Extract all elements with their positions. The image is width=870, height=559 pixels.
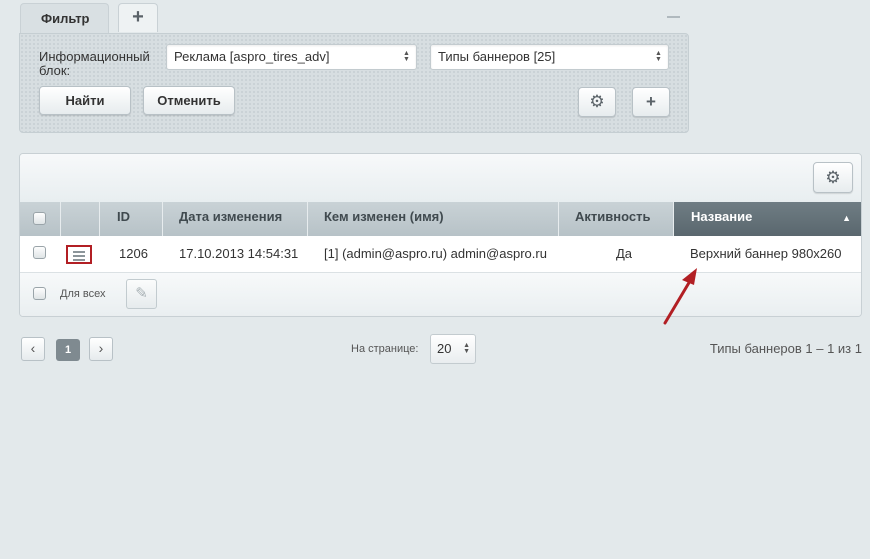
current-page-button[interactable]: 1 [56,339,80,361]
per-page-select[interactable]: 20 ▲ ▼ [430,334,476,364]
column-header-id[interactable]: ID [100,202,163,236]
header-checkbox-cell [20,202,61,236]
iblock-select[interactable]: Реклама [aspro_tires_adv] ▲ ▼ [166,44,417,70]
minimize-icon[interactable] [667,16,680,18]
filter-settings-button[interactable]: ⚙ [578,87,616,117]
grid-toolbar: ⚙ [20,154,861,202]
add-filter-tab-button[interactable]: + [118,3,158,32]
total-count: Типы баннеров 1 – 1 из 1 [709,341,862,356]
select-arrows-icon: ▲ ▼ [655,50,662,63]
cell-id: 1206 [119,246,148,261]
select-all-checkbox[interactable] [33,212,46,225]
row-actions-menu-button[interactable] [66,245,92,264]
prev-page-button[interactable]: ‹ [21,337,45,361]
data-grid: ⚙ ID Дата изменения Кем изменен (имя) Ак… [19,153,862,317]
edit-button[interactable]: ✎ [126,279,157,309]
iblock-select-value: Реклама [aspro_tires_adv] [174,49,330,64]
per-page-value: 20 [437,341,452,356]
cell-date: 17.10.2013 14:54:31 [179,246,299,261]
row-checkbox[interactable] [33,246,46,259]
pencil-icon: ✎ [135,285,148,302]
cell-active: Да [616,246,633,261]
column-header-name-label: Название [691,209,753,224]
select-arrows-icon: ▲ ▼ [463,342,470,355]
sort-ascending-icon: ▲ [842,213,851,223]
column-header-active[interactable]: Активность [559,202,674,236]
gear-icon: ⚙ [589,92,605,111]
add-filter-button[interactable]: + [632,87,670,117]
select-arrows-icon: ▲ ▼ [403,50,410,63]
for-all-checkbox[interactable] [33,287,46,300]
menu-icon [73,251,85,263]
find-button[interactable]: Найти [39,86,131,115]
table-header: ID Дата изменения Кем изменен (имя) Акти… [20,202,861,236]
grid-settings-button[interactable]: ⚙ [813,162,853,193]
cell-modified-by: [1] (admin@aspro.ru) admin@aspro.ru [324,246,547,261]
filter-panel: Информационный блок: Реклама [aspro_tire… [19,33,689,133]
grid-footer: Для всех ✎ [20,273,861,316]
column-header-name[interactable]: Название ▲ [674,202,861,236]
gear-icon: ⚙ [825,168,841,187]
banner-type-select[interactable]: Типы баннеров [25] ▲ ▼ [430,44,669,70]
filter-tab[interactable]: Фильтр [20,3,109,36]
banner-type-select-value: Типы баннеров [25] [438,49,556,64]
next-page-button[interactable]: › [89,337,113,361]
header-actions-cell [61,202,100,236]
iblock-label: Информационный блок: [39,49,150,78]
per-page-label: На странице: [351,343,419,355]
for-all-label: Для всех [60,288,106,300]
cancel-button[interactable]: Отменить [143,86,235,115]
table-row[interactable]: 1206 17.10.2013 14:54:31 [1] (admin@aspr… [20,236,861,273]
filter-tab-label: Фильтр [41,11,90,26]
column-header-date[interactable]: Дата изменения [163,202,308,236]
cell-name: Верхний баннер 980x260 [690,246,842,261]
column-header-modified-by[interactable]: Кем изменен (имя) [308,202,559,236]
plus-icon: + [132,6,144,28]
plus-icon: + [646,92,656,111]
